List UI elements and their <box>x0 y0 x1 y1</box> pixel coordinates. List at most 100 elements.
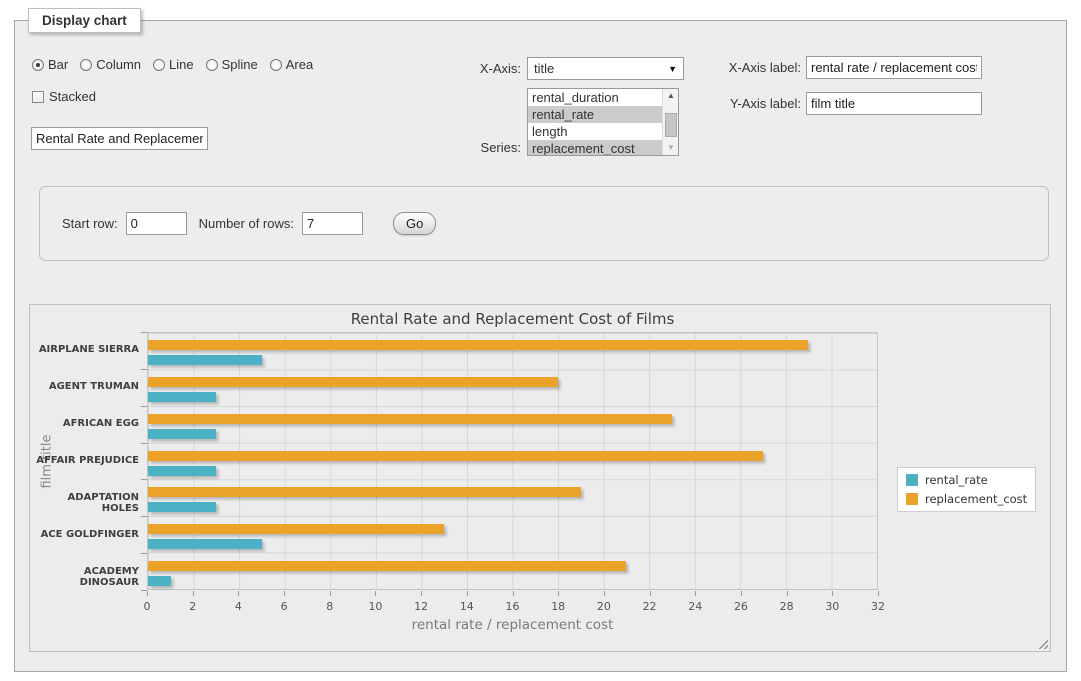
bar-replacement_cost <box>148 524 444 534</box>
stacked-checkbox[interactable] <box>32 91 44 103</box>
radio-area[interactable]: Area <box>270 57 313 72</box>
y-axis-label-input[interactable] <box>806 92 982 115</box>
number-of-rows-input[interactable] <box>302 212 363 235</box>
radio-label: Column <box>96 57 141 72</box>
y-tick-mark <box>141 553 147 554</box>
bar-rental_rate <box>148 355 262 365</box>
legend-item: replacement_cost <box>906 492 1027 506</box>
x-tick-label: 0 <box>132 600 162 613</box>
x-tick-label: 18 <box>543 600 573 613</box>
radio-icon[interactable] <box>153 59 165 71</box>
radio-line[interactable]: Line <box>153 57 194 72</box>
chevron-down-icon: ▼ <box>668 64 677 74</box>
series-option[interactable]: rental_rate <box>528 106 662 123</box>
category-label: ADAPTATION HOLES <box>30 492 139 514</box>
x-tick-mark <box>513 591 514 596</box>
chart-type-group: Bar Column Line Spline Area <box>32 57 313 72</box>
bar-rental_rate <box>148 392 216 402</box>
chart-title-input[interactable] <box>31 127 208 150</box>
number-of-rows-label: Number of rows: <box>199 216 294 231</box>
x-tick-label: 22 <box>635 600 665 613</box>
y-tick-mark <box>141 332 147 333</box>
x-tick-mark <box>558 591 559 596</box>
legend-label: replacement_cost <box>925 492 1027 506</box>
x-tick-label: 2 <box>178 600 208 613</box>
legend-item: rental_rate <box>906 473 1027 487</box>
series-option[interactable]: replacement_cost <box>528 140 662 156</box>
series-listbox[interactable]: rental_durationrental_ratelengthreplacem… <box>527 88 679 156</box>
category-label: ACADEMY DINOSAUR <box>30 566 139 588</box>
category-label: AFFAIR PREJUDICE <box>30 455 139 466</box>
stacked-option[interactable]: Stacked <box>32 89 96 104</box>
chart-container: Rental Rate and Replacement Cost of Film… <box>29 304 1051 652</box>
chart-x-axis-title: rental rate / replacement cost <box>147 617 878 633</box>
category-label: ACE GOLDFINGER <box>30 529 139 540</box>
y-tick-mark <box>141 369 147 370</box>
x-axis-selected-value: title <box>534 61 668 76</box>
x-axis-label-input[interactable] <box>806 56 982 79</box>
series-field-label: Series: <box>411 140 521 155</box>
x-tick-mark <box>741 591 742 596</box>
radio-label: Spline <box>222 57 258 72</box>
x-axis-label-field-label: X-Axis label: <box>691 60 801 75</box>
bar-rental_rate <box>148 576 171 586</box>
x-tick-mark <box>650 591 651 596</box>
x-tick-mark <box>238 591 239 596</box>
go-button[interactable]: Go <box>393 212 436 235</box>
radio-label: Area <box>286 57 313 72</box>
series-option[interactable]: rental_duration <box>528 89 662 106</box>
x-tick-mark <box>375 591 376 596</box>
x-tick-mark <box>284 591 285 596</box>
x-tick-mark <box>147 591 148 596</box>
category-label: AGENT TRUMAN <box>30 381 139 392</box>
display-chart-panel: Display chart BarColumnLineSplineArea St… <box>14 20 1067 672</box>
x-tick-mark <box>695 591 696 596</box>
y-tick-mark <box>141 479 147 480</box>
radio-icon[interactable] <box>80 59 92 71</box>
chart-title: Rental Rate and Replacement Cost of Film… <box>147 310 878 328</box>
bar-rental_rate <box>148 466 216 476</box>
x-tick-label: 26 <box>726 600 756 613</box>
chart-legend: rental_rate replacement_cost <box>897 467 1036 512</box>
legend-label: rental_rate <box>925 473 988 487</box>
x-tick-label: 10 <box>360 600 390 613</box>
scrollbar-thumb[interactable] <box>665 113 677 137</box>
resize-handle-icon[interactable] <box>1036 637 1048 649</box>
category-label: AFRICAN EGG <box>30 418 139 429</box>
x-tick-mark <box>421 591 422 596</box>
radio-column[interactable]: Column <box>80 57 141 72</box>
series-scrollbar[interactable]: ▲ ▼ <box>662 89 678 155</box>
plot-area <box>147 332 878 590</box>
bar-replacement_cost <box>148 561 626 571</box>
y-tick-mark <box>141 443 147 444</box>
x-tick-label: 28 <box>772 600 802 613</box>
x-axis-select[interactable]: title ▼ <box>527 57 684 80</box>
x-tick-label: 4 <box>223 600 253 613</box>
row-range-box: Start row: Number of rows: Go <box>39 186 1049 261</box>
bar-rental_rate <box>148 429 216 439</box>
legend-swatch-rental_rate <box>906 474 918 486</box>
x-tick-mark <box>832 591 833 596</box>
bar-replacement_cost <box>148 340 808 350</box>
x-tick-label: 24 <box>680 600 710 613</box>
x-tick-label: 6 <box>269 600 299 613</box>
radio-icon[interactable] <box>32 59 44 71</box>
bar-replacement_cost <box>148 451 763 461</box>
category-label: AIRPLANE SIERRA <box>30 344 139 355</box>
scroll-down-icon[interactable]: ▼ <box>663 141 679 155</box>
y-axis-label-field-label: Y-Axis label: <box>691 96 801 111</box>
radio-bar[interactable]: Bar <box>32 57 68 72</box>
x-tick-mark <box>467 591 468 596</box>
bar-rental_rate <box>148 539 262 549</box>
radio-icon[interactable] <box>270 59 282 71</box>
x-tick-label: 12 <box>406 600 436 613</box>
radio-icon[interactable] <box>206 59 218 71</box>
start-row-input[interactable] <box>126 212 187 235</box>
x-tick-label: 14 <box>452 600 482 613</box>
series-option[interactable]: length <box>528 123 662 140</box>
x-tick-label: 16 <box>498 600 528 613</box>
bar-replacement_cost <box>148 414 672 424</box>
radio-spline[interactable]: Spline <box>206 57 258 72</box>
scroll-up-icon[interactable]: ▲ <box>663 89 679 103</box>
x-tick-label: 8 <box>315 600 345 613</box>
